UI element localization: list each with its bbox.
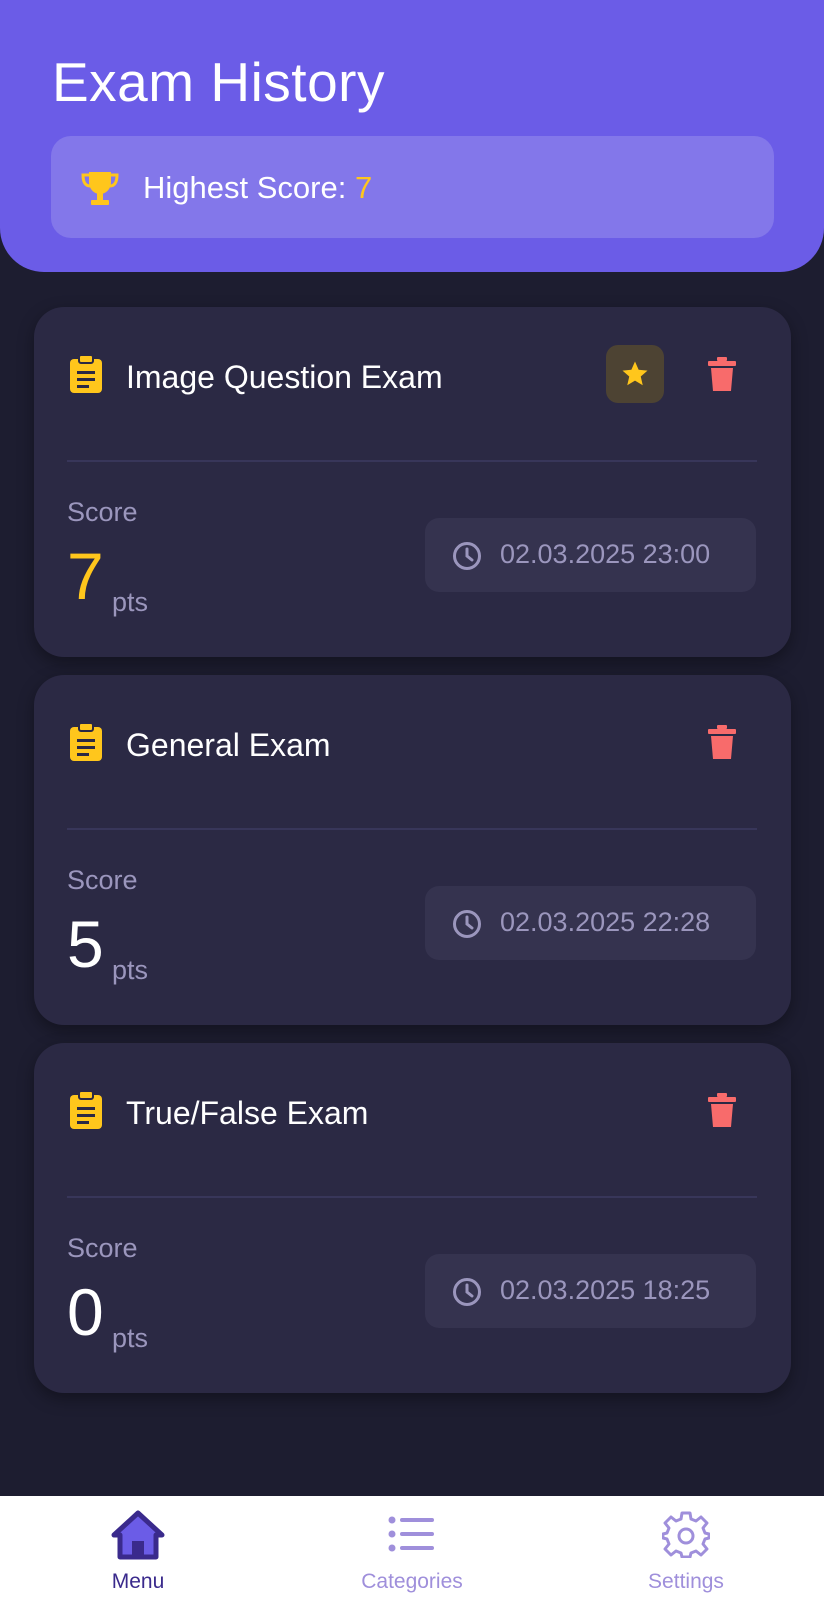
nav-item-categories[interactable]: Categories — [312, 1496, 512, 1600]
score-label: Score — [67, 497, 138, 527]
trash-icon[interactable] — [708, 725, 736, 759]
clock-icon — [453, 1278, 481, 1306]
clipboard-icon — [70, 355, 102, 393]
list-icon — [388, 1516, 434, 1552]
clock-icon — [453, 910, 481, 938]
trash-icon[interactable] — [708, 1093, 736, 1127]
exam-title: General Exam — [126, 727, 331, 763]
nav-item-settings[interactable]: Settings — [586, 1496, 786, 1600]
exam-card[interactable]: General Exam Score 5 pts 02.03.2025 22:2… — [34, 675, 791, 1025]
date-chip: 02.03.2025 22:28 — [425, 886, 756, 960]
highest-score-badge[interactable] — [606, 345, 664, 403]
trophy-icon — [81, 172, 119, 205]
score-value: 5 — [67, 907, 104, 981]
score-label: Score — [67, 1233, 138, 1263]
date-text: 02.03.2025 18:25 — [500, 1275, 711, 1305]
star-icon — [622, 361, 648, 386]
home-icon — [111, 1510, 165, 1560]
header: Exam History Highest Score: 7 — [0, 0, 824, 272]
highest-score-text: Highest Score: — [143, 170, 355, 205]
exam-card[interactable]: True/False Exam Score 0 pts 02.03.2025 1… — [34, 1043, 791, 1393]
nav-item-menu[interactable]: Menu — [38, 1496, 238, 1600]
bottom-nav: Menu Categories Settings — [0, 1496, 824, 1600]
divider — [67, 460, 757, 462]
score-value: 0 — [67, 1275, 104, 1349]
exam-title: True/False Exam — [126, 1095, 369, 1131]
date-chip: 02.03.2025 18:25 — [425, 1254, 756, 1328]
highest-score-label: Highest Score: 7 — [143, 170, 372, 206]
date-chip: 02.03.2025 23:00 — [425, 518, 756, 592]
date-text: 02.03.2025 22:28 — [500, 907, 711, 937]
nav-label-menu: Menu — [111, 1570, 165, 1593]
divider — [67, 828, 757, 830]
score-label: Score — [67, 865, 138, 895]
divider — [67, 1196, 757, 1198]
clock-icon — [453, 542, 481, 570]
score-unit: pts — [112, 587, 149, 617]
clipboard-icon — [70, 1091, 102, 1129]
exam-card[interactable]: Image Question Exam Score 7 pts 02.03.20… — [34, 307, 791, 657]
nav-label-categories: Categories — [361, 1570, 463, 1593]
exam-title: Image Question Exam — [126, 359, 443, 395]
score-value: 7 — [67, 539, 104, 613]
gear-icon — [662, 1511, 710, 1558]
score-unit: pts — [112, 1323, 149, 1353]
trash-icon[interactable] — [708, 357, 736, 391]
clipboard-icon — [70, 723, 102, 761]
nav-label-settings: Settings — [648, 1570, 724, 1593]
score-unit: pts — [112, 955, 149, 985]
highest-score-value: 7 — [354, 170, 373, 205]
date-text: 02.03.2025 23:00 — [500, 539, 711, 569]
page-title: Exam History — [52, 51, 385, 113]
